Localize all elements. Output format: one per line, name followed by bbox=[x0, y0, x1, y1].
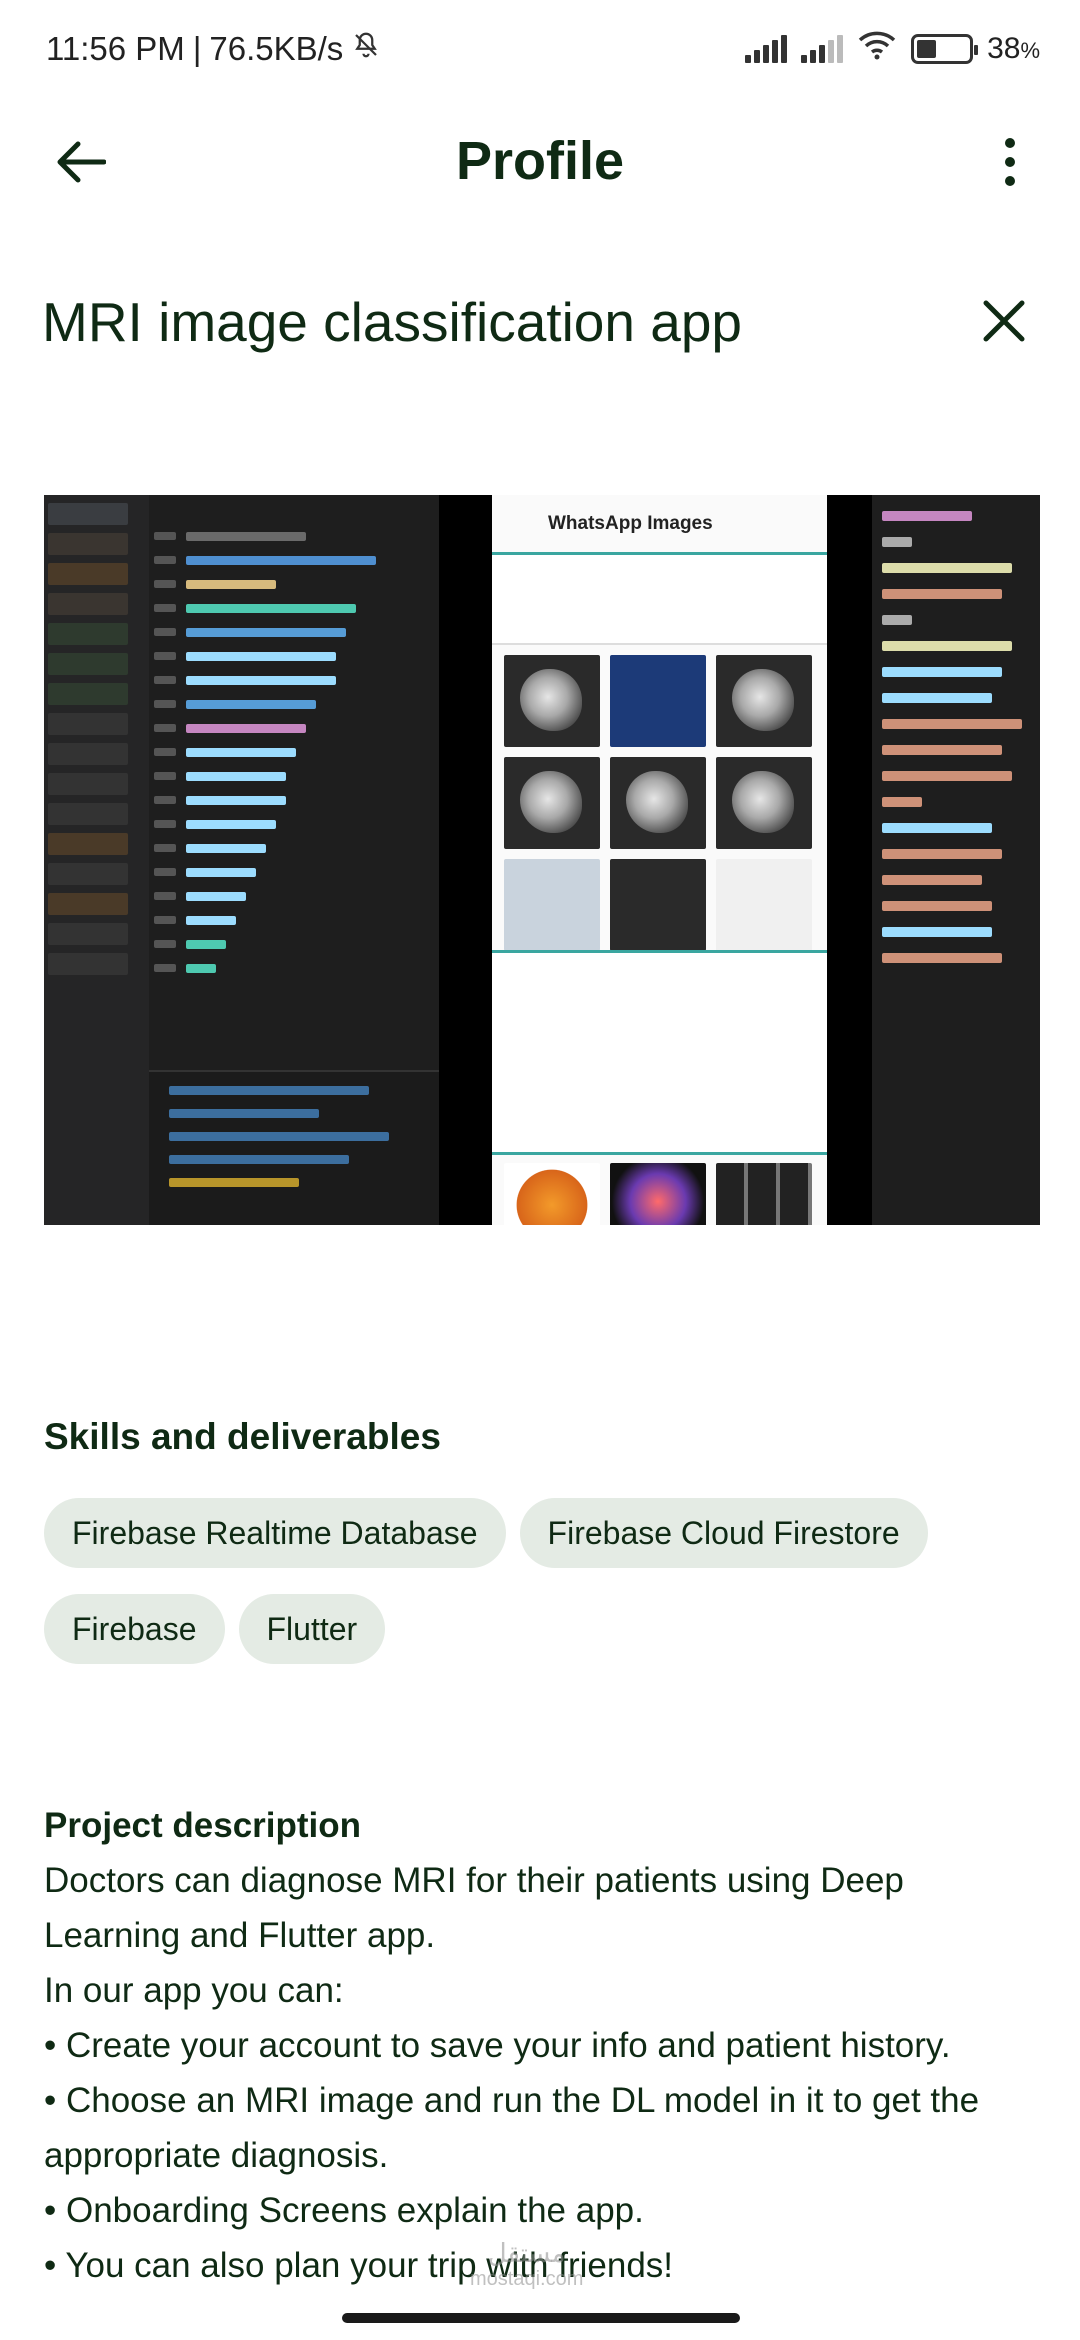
mri-thumbnail bbox=[610, 757, 706, 849]
skill-chip[interactable]: Flutter bbox=[238, 1594, 386, 1664]
mri-thumbnail-grid bbox=[492, 645, 827, 961]
skill-chip[interactable]: Firebase Cloud Firestore bbox=[519, 1498, 928, 1568]
description-heading: Project description bbox=[44, 1806, 362, 1845]
mri-thumbnail bbox=[610, 859, 706, 951]
mri-thumbnail bbox=[610, 655, 706, 747]
more-options-button[interactable] bbox=[980, 122, 1040, 202]
description-line: Doctors can diagnose MRI for their patie… bbox=[44, 1861, 904, 1955]
skills-heading: Skills and deliverables bbox=[44, 1416, 441, 1457]
status-separator: | bbox=[192, 30, 202, 67]
battery-fill bbox=[917, 40, 937, 58]
mri-thumbnail bbox=[504, 859, 600, 951]
mri-thumbnail bbox=[716, 757, 812, 849]
file-explorer bbox=[44, 495, 149, 1225]
project-title: MRI image classification app bbox=[42, 291, 743, 353]
muted-bell-icon bbox=[351, 30, 381, 68]
status-time: 11:56 PM bbox=[46, 30, 185, 67]
more-dot-icon bbox=[1005, 157, 1015, 167]
close-button[interactable] bbox=[968, 285, 1040, 357]
signal-secondary-icon bbox=[801, 35, 844, 63]
description-bullet: • Onboarding Screens explain the app. bbox=[44, 2191, 644, 2230]
status-bar: 11:56 PM | 76.5KB/s 38% bbox=[0, 0, 1080, 100]
home-indicator[interactable] bbox=[342, 2313, 740, 2323]
more-dot-icon bbox=[1005, 176, 1015, 186]
network-speed: 76.5KB/s bbox=[209, 30, 344, 67]
description-line: In our app you can: bbox=[44, 1971, 344, 2010]
skills-chip-list: Firebase Realtime Database Firebase Clou… bbox=[44, 1498, 1044, 1664]
app-bar: Profile bbox=[0, 100, 1080, 220]
code-lines bbox=[154, 525, 434, 981]
code-editor-screenshot-right bbox=[872, 495, 1040, 1225]
code-editor-screenshot bbox=[44, 495, 439, 1225]
mri-thumbnail bbox=[504, 655, 600, 747]
status-left: 11:56 PM | 76.5KB/s bbox=[46, 30, 381, 68]
battery-icon bbox=[911, 34, 979, 64]
description-bullet: • Choose an MRI image and run the DL mod… bbox=[44, 2081, 980, 2175]
watermark-logo: مستقل mostaqi.com bbox=[470, 2238, 584, 2290]
mri-thumbnail bbox=[504, 757, 600, 849]
phone-screenshot: WhatsApp Images bbox=[492, 495, 827, 1225]
project-image[interactable]: WhatsApp Images bbox=[44, 495, 1040, 1225]
phone-screen-title: WhatsApp Images bbox=[492, 495, 827, 555]
debug-console bbox=[149, 1070, 439, 1225]
skill-chip[interactable]: Firebase Realtime Database bbox=[44, 1498, 506, 1568]
mri-thumbnail bbox=[716, 655, 812, 747]
more-dot-icon bbox=[1005, 138, 1015, 148]
mri-thumbnail bbox=[716, 859, 812, 951]
description-bullet: • Create your account to save your info … bbox=[44, 2026, 951, 2065]
wifi-icon bbox=[857, 30, 897, 68]
status-right: 38% bbox=[745, 30, 1040, 68]
project-description: Project description Doctors can diagnose… bbox=[44, 1798, 1044, 2293]
signal-icon bbox=[745, 35, 788, 63]
brain-thumbnail-row bbox=[504, 1163, 812, 1225]
page-title: Profile bbox=[455, 131, 625, 191]
skill-chip[interactable]: Firebase bbox=[44, 1594, 225, 1664]
close-icon bbox=[983, 300, 1025, 342]
battery-percent: 38% bbox=[987, 32, 1040, 65]
